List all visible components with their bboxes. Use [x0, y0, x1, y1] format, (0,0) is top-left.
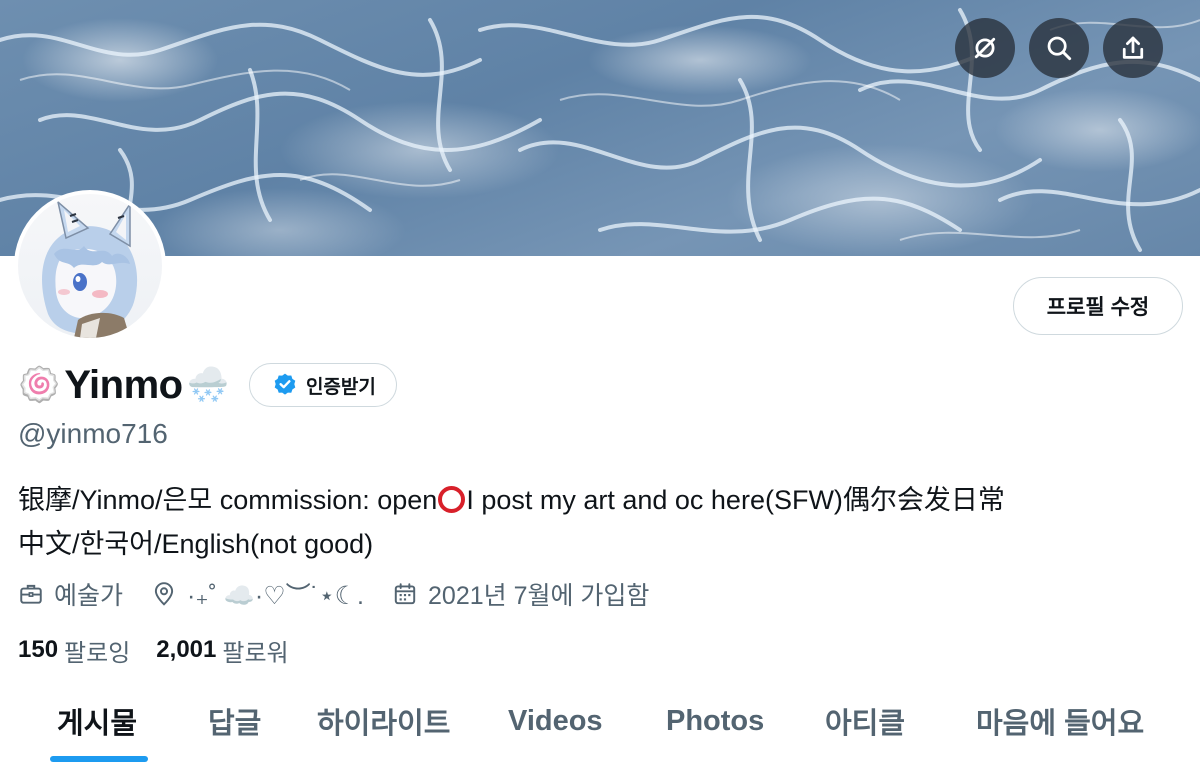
display-name: Yinmo: [64, 362, 183, 407]
profile-bio: 银摩/Yinmo/은모 commission: open I post my ar…: [18, 478, 1188, 566]
name-suffix-emoji: 🌨️: [186, 366, 229, 404]
calendar-icon: [394, 583, 416, 605]
bio-text-2: I post my art and oc here(SFW)偶尔会发日常: [466, 485, 1005, 515]
get-verified-label: 인증받기: [305, 376, 376, 398]
followers-count[interactable]: 2,001: [156, 636, 216, 664]
share-button[interactable]: [1103, 18, 1163, 78]
bio-line-2: 中文/한국어/English(not good): [18, 529, 374, 559]
tab-posts[interactable]: 게시물: [57, 690, 137, 752]
eye-slash-icon: [974, 37, 996, 59]
location: ·₊˚ ☁️·♡︶˙⋆☾.: [151, 576, 364, 612]
tab-articles[interactable]: 아티클: [825, 690, 905, 752]
water-caustics-pattern: [0, 8, 1200, 256]
bio-line-1: 银摩/Yinmo/은모 commission: open I post my ar…: [18, 478, 1188, 522]
share-icon: [1122, 36, 1144, 59]
active-tab-indicator: [50, 756, 148, 762]
bio-text-1: 银摩/Yinmo/은모 commission: open: [18, 485, 438, 515]
following-label[interactable]: 팔로잉: [64, 633, 130, 668]
red-circle-icon: [438, 486, 466, 513]
avatar[interactable]: [14, 190, 166, 342]
location-label: ·₊˚ ☁️·♡︶˙⋆☾.: [187, 582, 365, 610]
display-name-row: 🍥 Yinmo 🌨️ 인증받기: [18, 360, 397, 410]
edit-profile-button[interactable]: 프로필 수정: [1013, 277, 1183, 335]
tab-likes[interactable]: 마음에 들어요: [976, 690, 1144, 752]
profile-meta: 예술가 ·₊˚ ☁️·♡︶˙⋆☾. 2021년 7월에 가입함: [18, 574, 677, 614]
location-pin-icon: [154, 582, 174, 606]
following-count[interactable]: 150: [18, 636, 58, 664]
profile-banner[interactable]: [0, 0, 1200, 256]
avatar-image: [18, 194, 162, 338]
join-date-label: 2021년 7월에 가입함: [428, 582, 650, 610]
hide-button[interactable]: [955, 18, 1015, 78]
tab-replies[interactable]: 답글: [208, 690, 261, 752]
tab-videos[interactable]: Videos: [508, 690, 603, 752]
search-button[interactable]: [1029, 18, 1089, 78]
briefcase-icon: [20, 584, 42, 604]
followers-label[interactable]: 팔로워: [222, 633, 288, 668]
occupation: 예술가: [18, 576, 123, 612]
follow-stats: 150 팔로잉 2,001 팔로워: [18, 630, 315, 670]
tab-photos[interactable]: Photos: [666, 690, 764, 752]
user-handle: @yinmo716: [18, 418, 168, 449]
join-date: 2021년 7월에 가입함: [392, 576, 649, 612]
get-verified-button[interactable]: 인증받기: [248, 363, 397, 407]
profile-tabs: 게시물 답글 하이라이트 Videos Photos 아티클 마음에 들어요: [0, 690, 1200, 762]
search-icon: [1047, 36, 1072, 61]
occupation-label: 예술가: [54, 582, 124, 610]
name-prefix-emoji: 🍥: [18, 366, 61, 404]
tab-highlights[interactable]: 하이라이트: [317, 690, 450, 752]
verified-badge-icon: [274, 373, 296, 395]
